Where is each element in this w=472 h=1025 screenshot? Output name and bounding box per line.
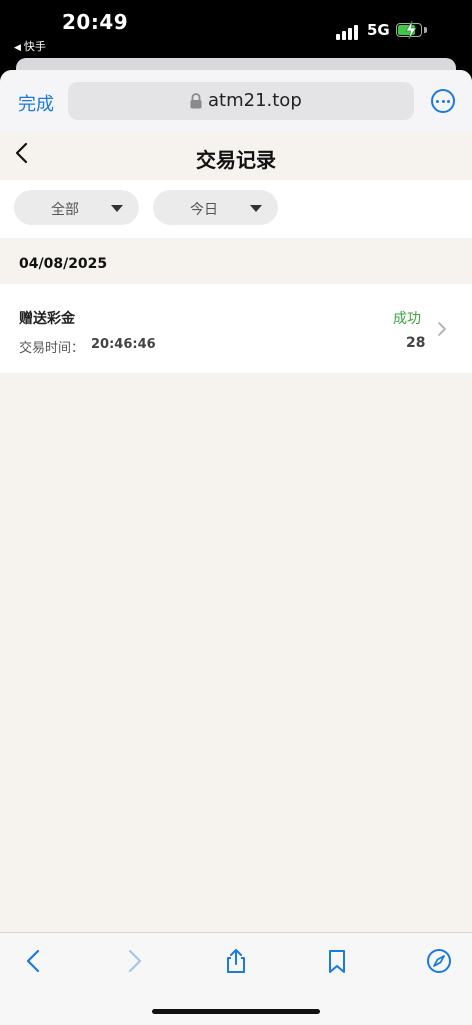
status-bar: 20:49 ◀ 快手 5G [0,0,472,60]
status-time: 20:49 [62,10,129,34]
back-app-label: 快手 [23,40,46,53]
battery-tip [424,27,427,33]
more-options-icon[interactable] [431,89,455,113]
transaction-row[interactable]: 赠送彩金 交易时间： 20:46:46 成功 28 [0,284,472,373]
transaction-amount: 28 [406,335,426,351]
browser-sheet: 完成 atm21.top 交易记录 全部 今日 04/08/2025 赠送彩金 … [0,70,472,1024]
back-to-app-link[interactable]: ◀ 快手 [14,38,46,54]
done-button[interactable]: 完成 [18,90,54,116]
back-icon[interactable] [20,947,48,975]
back-triangle-icon: ◀ [14,43,21,53]
share-icon[interactable] [222,947,250,975]
caret-down-icon [111,205,123,212]
bookmarks-icon[interactable] [323,947,351,975]
signal-icon [336,24,360,40]
page-header: 交易记录 [0,132,472,180]
filter-row: 全部 今日 [0,180,472,238]
filter-date-label: 今日 [190,202,218,218]
filter-date-dropdown[interactable]: 今日 [153,190,278,225]
filter-type-label: 全部 [51,202,79,218]
date-group-label: 04/08/2025 [19,256,108,272]
compass-icon[interactable] [425,947,453,975]
url-text: atm21.top [208,90,302,111]
date-group-header: 04/08/2025 [0,238,472,284]
charging-bolt-icon [405,21,417,39]
page-title: 交易记录 [196,148,276,172]
transaction-time-label: 交易时间： [19,341,85,356]
transaction-status: 成功 [393,311,421,327]
chevron-right-icon [438,322,446,336]
home-indicator [152,1009,320,1014]
filter-type-dropdown[interactable]: 全部 [14,190,139,225]
forward-icon[interactable] [120,947,148,975]
lock-icon [190,93,202,109]
network-label: 5G [367,21,390,39]
caret-down-icon [250,205,262,212]
url-bar[interactable]: atm21.top [68,82,414,120]
browser-bar: 完成 atm21.top [0,70,472,133]
transaction-title: 赠送彩金 [19,311,75,327]
transaction-time-value: 20:46:46 [91,337,156,352]
